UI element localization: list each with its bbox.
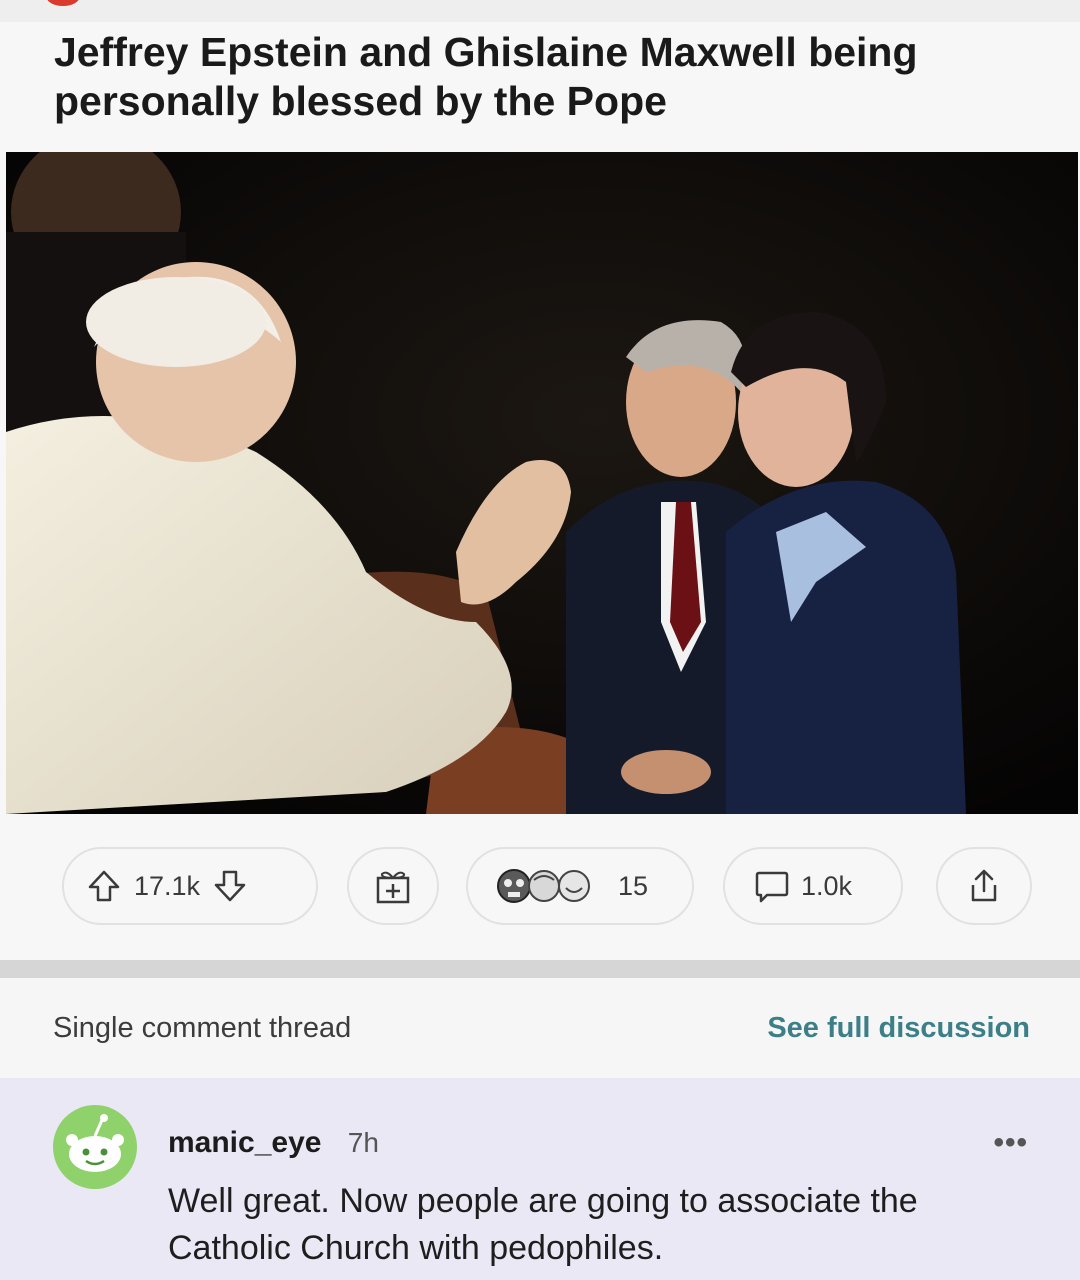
thread-bar: Single comment thread See full discussio…: [0, 978, 1080, 1078]
award-icon: [497, 869, 590, 903]
app-icon: [46, 0, 80, 6]
post-actions: 17.1k 15 1.0k: [0, 847, 1080, 927]
comments-count: 1.0k: [801, 870, 853, 901]
comments-button[interactable]: 1.0k: [723, 847, 903, 925]
thread-label: Single comment thread: [53, 1012, 352, 1044]
gift-button[interactable]: [347, 847, 439, 925]
vote-control: 17.1k: [62, 847, 318, 925]
more-icon[interactable]: •••: [993, 1126, 1028, 1160]
comment: manic_eye 7h ••• Well great. Now people …: [0, 1078, 1080, 1280]
gift-icon: [376, 871, 410, 904]
comment-icon: [755, 871, 789, 903]
upvote-count: 17.1k: [134, 870, 201, 901]
see-full-discussion-link[interactable]: See full discussion: [767, 1012, 1030, 1045]
post-card[interactable]: Jeffrey Epstein and Ghislaine Maxwell be…: [0, 22, 1080, 960]
downvote-icon[interactable]: [212, 868, 248, 904]
awards-button[interactable]: 15: [466, 847, 694, 925]
section-divider: [0, 960, 1080, 978]
awards-count: 15: [618, 870, 649, 901]
comment-time: 7h: [347, 1127, 379, 1158]
top-bar: [0, 0, 1080, 23]
upvote-icon[interactable]: [86, 868, 122, 904]
comment-text: Well great. Now people are going to asso…: [168, 1182, 918, 1267]
share-icon: [971, 869, 997, 902]
comment-username[interactable]: manic_eye: [168, 1126, 321, 1159]
post-photo-illustration: [6, 152, 1078, 814]
comment-meta: manic_eye 7h: [168, 1126, 379, 1160]
snoo-avatar-icon[interactable]: [52, 1104, 138, 1190]
post-title[interactable]: Jeffrey Epstein and Ghislaine Maxwell be…: [54, 28, 1034, 126]
post-image[interactable]: [6, 152, 1078, 814]
share-button[interactable]: [936, 847, 1032, 925]
